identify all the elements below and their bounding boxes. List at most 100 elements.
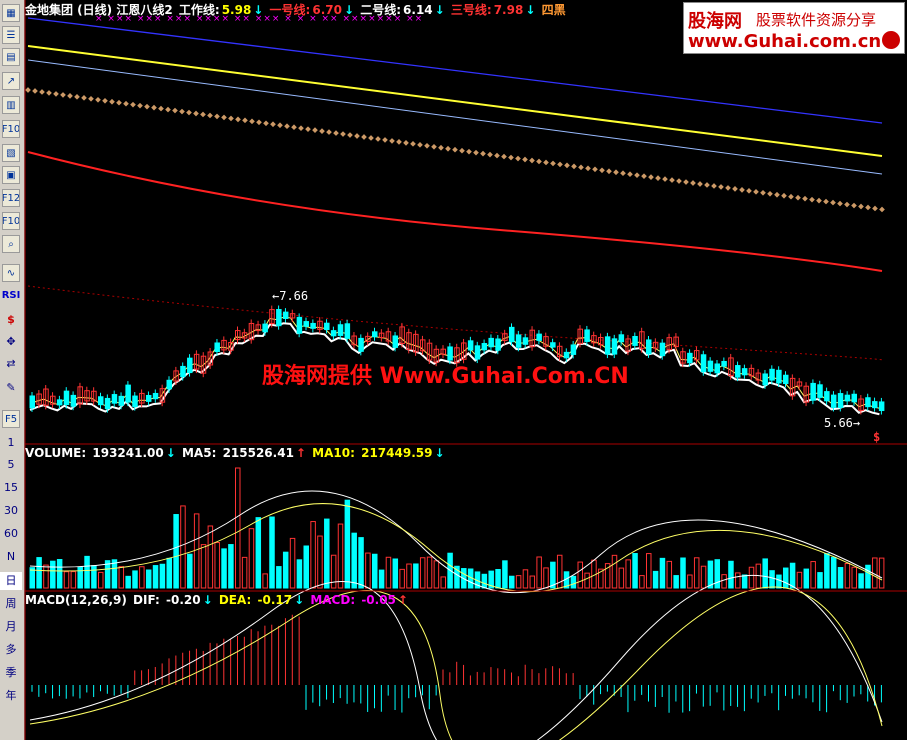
dollar-marker-icon: $	[873, 430, 881, 444]
volume-bar	[570, 575, 577, 589]
candle-body	[735, 365, 741, 378]
gann-diamond-mark	[95, 96, 101, 103]
gann-diamond-mark	[564, 162, 570, 169]
gann-diamond-mark	[536, 158, 542, 165]
candle-body	[844, 394, 851, 402]
volume-bars	[29, 467, 885, 593]
gann-diamond-mark	[144, 103, 150, 110]
volume-header: VOLUME: 193241.00 ↓ MA5: 215526.41 ↑ MA10:…	[25, 446, 445, 460]
volume-bar	[91, 565, 97, 589]
gann-diamond-mark	[690, 180, 696, 186]
volume-bar	[118, 566, 125, 589]
candle-body	[104, 397, 111, 410]
gann-diamond-mark	[102, 97, 108, 104]
volume-bar	[36, 557, 42, 589]
volume-bar	[762, 558, 768, 589]
logo-mark-icon	[882, 31, 900, 49]
dif-value: -0.20	[165, 593, 201, 607]
volume-bar	[29, 567, 35, 589]
gann-diamond-mark	[417, 141, 423, 148]
volume-bar	[173, 514, 179, 589]
volume-bar	[536, 556, 542, 589]
candle-body	[632, 335, 638, 346]
low-price-label: 5.66→	[824, 416, 861, 430]
dif-label: DIF:	[133, 593, 160, 607]
gann-diamond-mark	[746, 188, 752, 194]
volume-bar	[200, 544, 207, 589]
candle-body	[488, 337, 494, 348]
candle-body	[324, 322, 330, 331]
volume-bar	[255, 517, 262, 589]
gann-diamond-mark	[725, 185, 731, 191]
volume-bar	[837, 567, 844, 589]
gann-diamond-mark	[137, 102, 143, 109]
candle-body	[118, 395, 125, 406]
candle-body	[29, 395, 35, 409]
volume-bar	[180, 505, 186, 589]
volume-bar	[652, 570, 659, 589]
volume-bar	[433, 560, 440, 589]
candle-body	[878, 401, 885, 412]
gann-diamond-mark	[487, 151, 493, 158]
gann-diamond-mark	[732, 186, 738, 192]
candle-body	[276, 309, 282, 327]
gann-diamond-mark	[585, 165, 591, 172]
gann-diamond-mark	[529, 157, 535, 164]
gann-diamond-mark	[641, 173, 647, 179]
gann-diamond-mark	[235, 116, 241, 123]
volume-bar	[351, 532, 357, 589]
volume-bar	[584, 572, 590, 589]
volume-bar	[269, 516, 275, 589]
volume-bar	[735, 572, 741, 589]
volume-bar	[303, 545, 309, 589]
candle-body	[296, 316, 303, 334]
gann-diamond-mark	[431, 143, 437, 150]
gann-diamond-mark	[711, 183, 717, 189]
gann-diamond-mark	[305, 126, 311, 132]
gann-diamond-mark	[445, 145, 451, 152]
macd-header: MACD(12,26,9) DIF: -0.20 ↓ DEA: -0.17 ↓ MA…	[25, 593, 408, 607]
gann-diamond-mark	[130, 101, 136, 108]
volume-bar	[221, 548, 227, 589]
stock-title: 金地集团 (日线) 江恩八线2	[25, 3, 173, 17]
volume-bar	[419, 557, 426, 589]
volume-bar	[125, 575, 131, 589]
volume-bar	[358, 537, 364, 589]
gann-diamond-mark	[662, 176, 668, 182]
volume-bar	[70, 571, 77, 589]
candle-body	[865, 397, 871, 408]
gann-diamond-mark	[578, 164, 584, 171]
gann-diamond-mark	[424, 142, 430, 149]
volume-bar	[43, 564, 49, 589]
candle-body	[584, 329, 590, 342]
gann-diamond-mark	[606, 168, 612, 175]
work-line-label: 工作线:	[178, 3, 220, 17]
volume-bar	[235, 467, 241, 589]
volume-label: VOLUME:	[25, 446, 87, 460]
line1-label: 一号线:	[269, 3, 311, 17]
volume-bar	[515, 575, 522, 589]
candle-body	[70, 394, 77, 407]
gann-diamond-mark	[67, 93, 73, 99]
gann-diamond-mark	[592, 166, 598, 173]
volume-bar	[844, 563, 851, 589]
volume-bar	[193, 513, 200, 589]
gann-diamond-mark	[347, 132, 353, 138]
candle-body	[392, 335, 399, 348]
ma10-value: 217449.59	[361, 446, 433, 460]
candle-body	[700, 354, 707, 373]
volume-bar	[495, 569, 501, 589]
gann-diamond-mark	[284, 123, 290, 130]
gann-diamond-mark	[298, 125, 304, 132]
candle-body	[824, 391, 830, 402]
gann-line-red	[27, 151, 883, 272]
volume-bar	[84, 555, 90, 589]
volume-bar	[618, 567, 625, 589]
volume-bar	[776, 574, 782, 589]
volume-bar	[728, 560, 734, 589]
volume-bar	[63, 571, 70, 589]
candle-body	[509, 326, 515, 343]
gann-line-yellow	[27, 45, 883, 157]
volume-bar	[296, 559, 303, 589]
volume-bar	[700, 565, 707, 589]
